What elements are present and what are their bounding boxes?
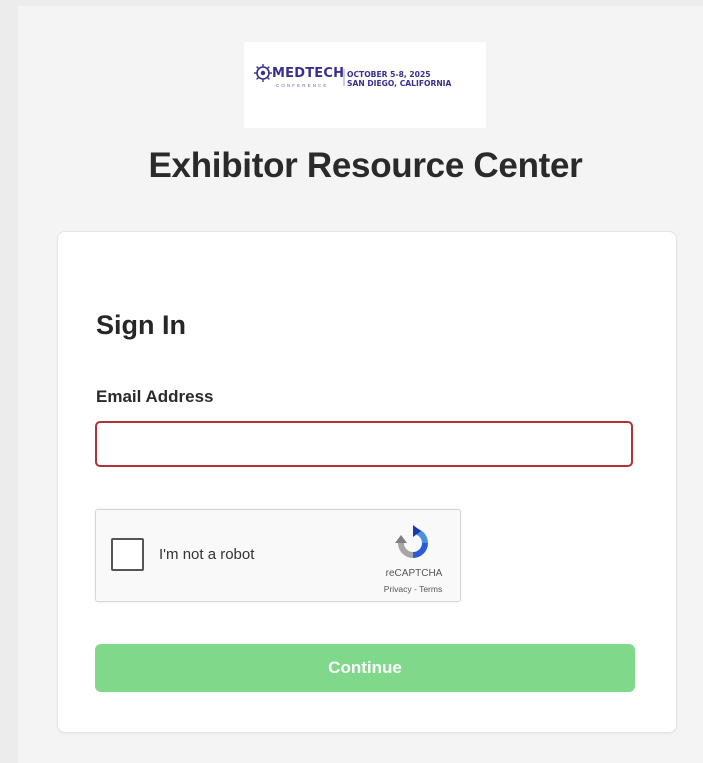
logo-subtitle: CONFERENCE bbox=[276, 83, 329, 88]
logo-emblem-icon bbox=[254, 64, 272, 82]
recaptcha-privacy-terms-link[interactable]: Privacy - Terms bbox=[372, 584, 454, 594]
recaptcha-label: I'm not a robot bbox=[159, 546, 255, 563]
logo-event-info: OCTOBER 5-8, 2025 SAN DIEGO, CALIFORNIA bbox=[347, 70, 451, 88]
recaptcha-brand: reCAPTCHA bbox=[385, 568, 443, 579]
recaptcha-icon bbox=[395, 525, 428, 558]
recaptcha-checkbox[interactable] bbox=[111, 538, 144, 571]
signin-heading: Sign In bbox=[96, 310, 186, 340]
page-title: Exhibitor Resource Center bbox=[148, 146, 583, 185]
email-label: Email Address bbox=[96, 387, 214, 406]
logo-name: MEDTECH bbox=[272, 66, 345, 81]
logo-dates: OCTOBER 5-8, 2025 bbox=[347, 70, 431, 79]
continue-button[interactable]: Continue bbox=[95, 644, 635, 692]
email-field[interactable] bbox=[95, 421, 633, 467]
logo-location: SAN DIEGO, CALIFORNIA bbox=[347, 79, 452, 88]
